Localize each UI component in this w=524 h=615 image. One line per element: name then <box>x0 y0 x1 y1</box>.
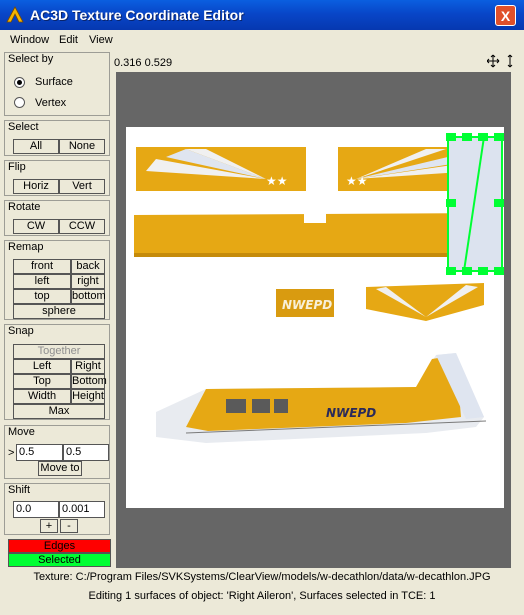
snap-panel: Snap Together Left Right Top Bottom Widt… <box>4 324 110 420</box>
snap-bottom-button[interactable]: Bottom <box>71 374 107 389</box>
close-button[interactable]: X <box>495 5 516 26</box>
snap-title: Snap <box>8 325 34 337</box>
texture-image[interactable]: ★★ ★★ NWEPD NWEPD <box>126 127 504 508</box>
shift-panel: Shift 0.0 0.001 + - <box>4 483 110 535</box>
menu-view[interactable]: View <box>89 34 113 46</box>
remap-sphere-button[interactable]: sphere <box>13 304 105 319</box>
svg-text:★★: ★★ <box>346 174 368 188</box>
remap-title: Remap <box>8 241 44 253</box>
vertex-radio[interactable] <box>14 97 25 108</box>
flip-horiz-button[interactable]: Horiz <box>13 179 59 194</box>
fuselage-text: NWEPD <box>326 406 376 420</box>
svg-text:★★: ★★ <box>266 174 288 188</box>
select-panel: Select All None <box>4 120 110 156</box>
window-title: AC3D Texture Coordinate Editor <box>30 7 244 23</box>
rotate-panel: Rotate CW CCW <box>4 200 110 236</box>
remap-right-button[interactable]: right <box>71 274 105 289</box>
move-x-input[interactable]: 0.5 <box>16 444 63 461</box>
move-y-input[interactable]: 0.5 <box>63 444 109 461</box>
remap-panel: Remap front back left right top bottom s… <box>4 240 110 320</box>
select-by-panel: Select by Surface Vertex <box>4 52 110 116</box>
selected-legend: Selected <box>8 553 111 567</box>
select-none-button[interactable]: None <box>59 139 105 154</box>
decal-text: NWEPD <box>282 298 332 312</box>
rotate-title: Rotate <box>8 201 41 213</box>
select-title: Select <box>8 121 39 133</box>
menu-edit[interactable]: Edit <box>59 34 78 46</box>
shift-title: Shift <box>8 484 31 496</box>
texture-path-status: Texture: C:/Program Files/SVKSystems/Cle… <box>33 571 491 583</box>
snap-height-button[interactable]: Height <box>71 389 105 404</box>
uv-coordinate-readout: 0.316 0.529 <box>114 57 173 69</box>
snap-together-button[interactable]: Together <box>13 344 105 359</box>
snap-right-button[interactable]: Right <box>71 359 105 374</box>
selection-status: Editing 1 surfaces of object: 'Right Ail… <box>88 590 436 602</box>
surface-radio[interactable] <box>14 77 25 88</box>
shift-fine-input[interactable]: 0.001 <box>59 501 105 518</box>
move-to-button[interactable]: Move to <box>38 461 82 476</box>
surface-label: Surface <box>35 76 73 88</box>
shift-minus-button[interactable]: - <box>60 519 78 533</box>
menu-window[interactable]: Window <box>10 34 49 46</box>
rotate-ccw-button[interactable]: CCW <box>59 219 105 234</box>
move-title: Move <box>8 426 35 438</box>
snap-width-button[interactable]: Width <box>13 389 71 404</box>
ac3d-logo-icon <box>6 6 24 23</box>
remap-left-button[interactable]: left <box>13 274 71 289</box>
move-panel: Move > 0.5 0.5 Move to <box>4 425 110 479</box>
snap-max-button[interactable]: Max <box>13 404 105 419</box>
title-bar[interactable]: AC3D Texture Coordinate Editor X <box>0 0 524 30</box>
texture-art: ★★ ★★ NWEPD NWEPD <box>134 133 504 443</box>
snap-left-button[interactable]: Left <box>13 359 71 374</box>
rotate-cw-button[interactable]: CW <box>13 219 59 234</box>
pan-arrows-icon[interactable] <box>487 54 517 68</box>
snap-top-button[interactable]: Top <box>13 374 71 389</box>
remap-bottom-button[interactable]: bottom <box>71 289 106 304</box>
edges-legend: Edges <box>8 539 111 553</box>
remap-top-button[interactable]: top <box>13 289 71 304</box>
select-by-title: Select by <box>8 53 54 65</box>
flip-panel: Flip Horiz Vert <box>4 160 110 196</box>
move-arrow-icon: > <box>8 447 15 459</box>
menu-bar: Window Edit View <box>4 30 520 50</box>
flip-vert-button[interactable]: Vert <box>59 179 105 194</box>
remap-front-button[interactable]: front <box>13 259 71 274</box>
shift-coarse-input[interactable]: 0.0 <box>13 501 59 518</box>
flip-title: Flip <box>8 161 26 173</box>
vertex-label: Vertex <box>35 97 67 109</box>
select-all-button[interactable]: All <box>13 139 59 154</box>
shift-plus-button[interactable]: + <box>40 519 58 533</box>
remap-back-button[interactable]: back <box>71 259 105 274</box>
